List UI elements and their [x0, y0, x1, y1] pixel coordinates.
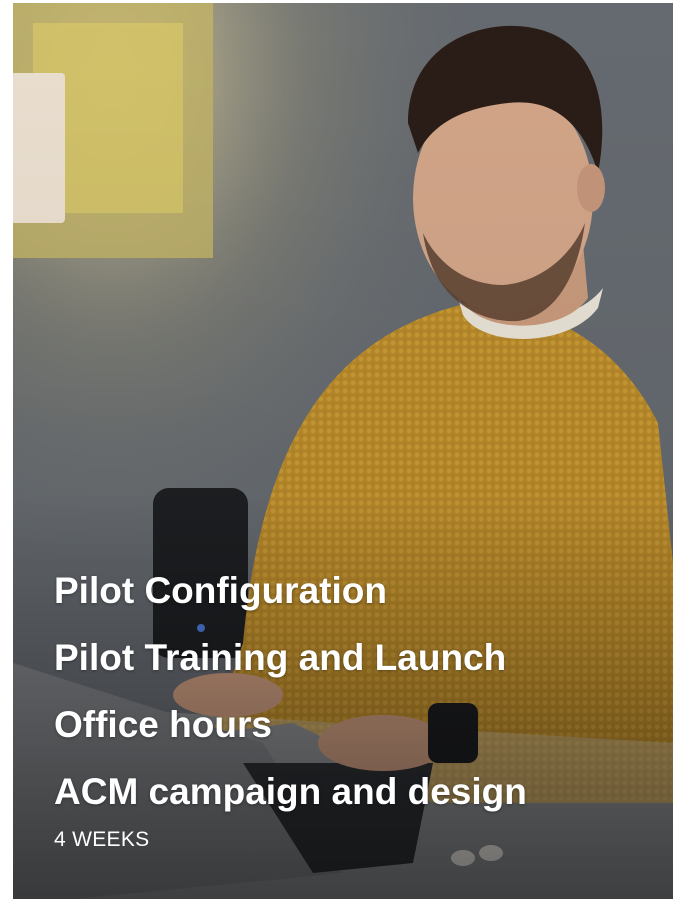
program-card[interactable]: Pilot Configuration Pilot Training and L… [13, 3, 673, 899]
program-line-3: Office hours [54, 704, 272, 745]
program-line-4: ACM campaign and design [54, 771, 527, 812]
card-text: Pilot Configuration Pilot Training and L… [54, 568, 654, 853]
program-line-1: Pilot Configuration [54, 570, 387, 611]
program-line-2: Pilot Training and Launch [54, 637, 507, 678]
duration-label: 4 WEEKS [54, 828, 150, 851]
